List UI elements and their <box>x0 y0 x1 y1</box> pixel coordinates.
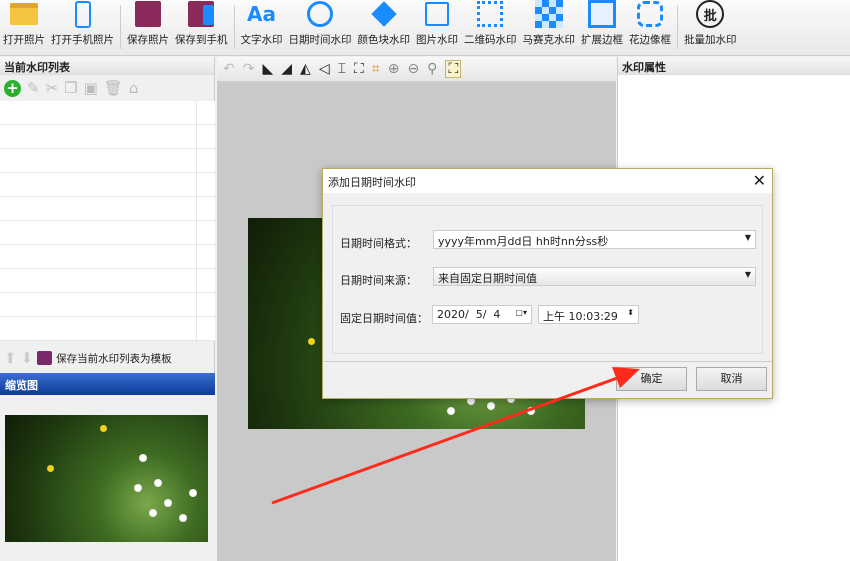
annotation-arrow <box>271 367 640 505</box>
